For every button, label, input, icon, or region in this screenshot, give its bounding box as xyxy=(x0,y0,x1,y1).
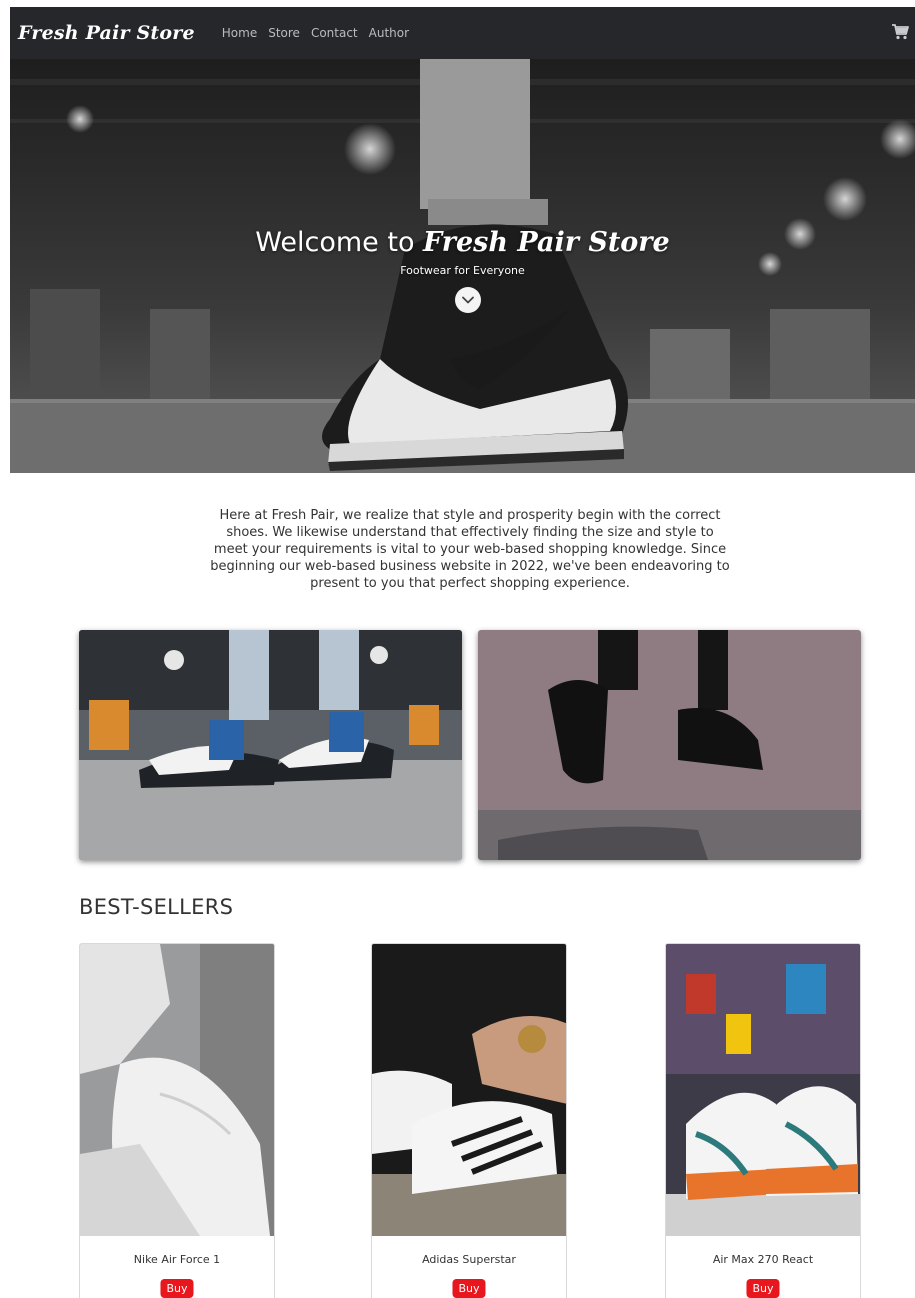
nav-link-contact[interactable]: Contact xyxy=(311,26,358,40)
intro-paragraph: Here at Fresh Pair, we realize that styl… xyxy=(210,508,730,591)
brand-logo[interactable]: Fresh Pair Store xyxy=(18,22,195,44)
hero-title: Welcome to Fresh Pair Store xyxy=(10,227,915,258)
nav-link-home[interactable]: Home xyxy=(222,26,257,40)
nav-link-author[interactable]: Author xyxy=(369,26,409,40)
product-card: Air Max 270 React Buy xyxy=(665,943,861,1298)
nav-link-store[interactable]: Store xyxy=(268,26,300,40)
feature-image-sneakers-floor xyxy=(79,630,462,860)
product-image xyxy=(80,944,274,1236)
buy-button[interactable]: Buy xyxy=(746,1279,780,1298)
feature-image-jumping-sneakers xyxy=(478,630,861,860)
product-image xyxy=(666,944,860,1236)
hero-banner: Welcome to Fresh Pair Store Footwear for… xyxy=(10,59,915,473)
product-card: Nike Air Force 1 Buy xyxy=(79,943,275,1298)
hero-title-brand: Fresh Pair Store xyxy=(423,227,670,258)
buy-button[interactable]: Buy xyxy=(160,1279,194,1298)
hero-subtitle: Footwear for Everyone xyxy=(400,264,525,277)
product-name: Nike Air Force 1 xyxy=(133,1253,221,1266)
buy-button[interactable]: Buy xyxy=(452,1279,486,1298)
nav-links: Home Store Contact Author xyxy=(222,26,409,40)
best-sellers-title: BEST-SELLERS xyxy=(79,895,234,919)
hero-title-prefix: Welcome to xyxy=(255,227,424,258)
chevron-down-icon[interactable] xyxy=(455,287,481,313)
navbar: Fresh Pair Store Home Store Contact Auth… xyxy=(10,7,915,59)
product-image xyxy=(372,944,566,1236)
shopping-cart-icon[interactable] xyxy=(891,24,909,40)
product-name: Adidas Superstar xyxy=(422,1253,516,1266)
product-card: Adidas Superstar Buy xyxy=(371,943,567,1298)
product-name: Air Max 270 React xyxy=(712,1253,814,1266)
